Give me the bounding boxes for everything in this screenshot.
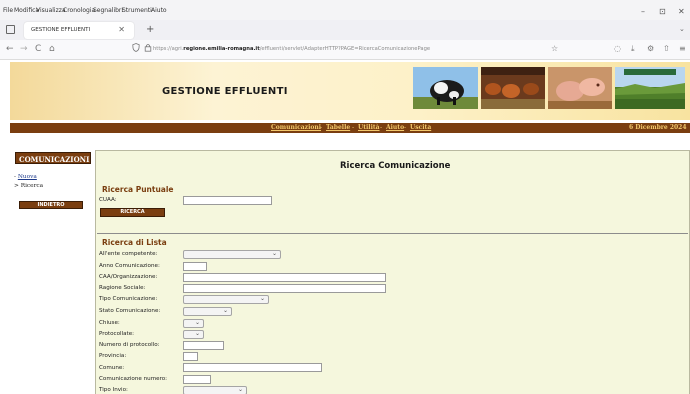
bookmark-star-icon[interactable]: ☆ xyxy=(551,44,558,53)
protocollate-select[interactable]: ⌄ xyxy=(183,330,204,339)
section-heading-puntuale: Ricerca Puntuale xyxy=(102,185,174,194)
home-button[interactable]: ⌂ xyxy=(49,44,55,54)
ente-competente-label: All'ente competente: xyxy=(99,251,158,257)
menu-bar: File Modifica Visualizza Cronologia Segn… xyxy=(0,0,690,20)
minimize-button[interactable]: – xyxy=(641,7,645,16)
shield-icon[interactable] xyxy=(132,43,140,52)
tabs-chevron-icon[interactable]: ⌄ xyxy=(679,25,685,33)
tipo-comunicazione-select[interactable]: ⌄ xyxy=(183,295,269,304)
cow-photo xyxy=(413,67,478,109)
menu-aiuto[interactable]: Aiuto xyxy=(151,7,167,14)
tab-title: GESTIONE EFFLUENTI xyxy=(31,27,91,33)
protocollate-label: Protocollate: xyxy=(99,331,135,337)
close-window-button[interactable]: ✕ xyxy=(678,7,685,16)
chevron-down-icon: ⌄ xyxy=(222,307,228,314)
tab-close-icon[interactable]: ✕ xyxy=(118,25,125,34)
ricerca-button[interactable]: RICERCA xyxy=(100,208,165,217)
caa-organizzazione-input[interactable] xyxy=(183,273,386,282)
sidebar-title: COMUNICAZIONI xyxy=(15,152,91,164)
menu-file[interactable]: File xyxy=(3,7,13,14)
chiuse-select[interactable]: ⌄ xyxy=(183,319,204,328)
extensions-icon[interactable]: ⚙ xyxy=(647,44,654,53)
section-heading-lista: Ricerca di Lista xyxy=(102,238,167,247)
ragione-sociale-input[interactable] xyxy=(183,284,386,293)
anno-comunicazione-input[interactable] xyxy=(183,262,207,271)
app-menu-icon[interactable]: ≡ xyxy=(679,44,686,53)
back-button-indietro[interactable]: INDIETRO xyxy=(19,201,83,209)
cattle-barn-photo xyxy=(481,67,545,109)
chevron-down-icon: ⌄ xyxy=(271,250,277,257)
url-text: https://agri.regione.emilia-romagna.it/e… xyxy=(153,46,431,52)
menu-strumenti[interactable]: Strumenti xyxy=(122,7,152,14)
chevron-down-icon: ⌄ xyxy=(194,330,200,337)
page-title: Ricerca Comunicazione xyxy=(340,161,451,171)
download-icon[interactable]: ⤓ xyxy=(631,44,635,54)
chiuse-label: Chiuse: xyxy=(99,320,120,326)
anno-comunicazione-label: Anno Comunicazione: xyxy=(99,263,160,269)
cuaa-input[interactable] xyxy=(183,196,272,205)
numero-protocollo-input[interactable] xyxy=(183,341,224,350)
nav-link-tabelle[interactable]: Tabelle xyxy=(326,124,350,131)
caa-organizzazione-label: CAA/Organizzazione: xyxy=(99,274,158,280)
provincia-label: Provincia: xyxy=(99,353,127,359)
cuaa-label: CUAA: xyxy=(99,197,117,203)
menu-segnalibri[interactable]: Segnalibri xyxy=(93,7,123,14)
lock-icon[interactable] xyxy=(144,43,152,52)
tipo-invio-label: Tipo Invio: xyxy=(99,387,128,393)
stato-comunicazione-label: Stato Comunicazione: xyxy=(99,308,161,314)
nav-link-uscita[interactable]: Uscita xyxy=(410,124,431,131)
maximize-button[interactable]: ⊡ xyxy=(659,7,666,16)
share-icon[interactable]: ⇧ xyxy=(663,44,670,53)
reload-button[interactable]: C xyxy=(35,44,41,54)
nav-separator: - xyxy=(404,124,407,131)
comunicazione-numero-input[interactable] xyxy=(183,375,211,384)
browser-window: File Modifica Visualizza Cronologia Segn… xyxy=(0,0,690,394)
chevron-down-icon: ⌄ xyxy=(259,295,265,302)
menu-cronologia[interactable]: Cronologia xyxy=(63,7,95,14)
pigs-photo xyxy=(548,67,612,109)
sidebar-item-nuova[interactable]: - Nuova xyxy=(14,174,37,180)
section-divider xyxy=(97,233,688,234)
ente-competente-select[interactable]: ⌄ xyxy=(183,250,281,259)
comune-input[interactable] xyxy=(183,363,322,372)
tipo-invio-select[interactable]: ⌄ xyxy=(183,386,247,394)
forward-button[interactable]: → xyxy=(20,44,28,54)
nav-link-aiuto[interactable]: Aiuto xyxy=(386,124,404,131)
tipo-comunicazione-label: Tipo Comunicazione: xyxy=(99,296,158,302)
comune-label: Comune: xyxy=(99,365,125,371)
back-button[interactable]: ← xyxy=(6,44,14,54)
stato-comunicazione-select[interactable]: ⌄ xyxy=(183,307,232,316)
menu-visualizza[interactable]: Visualizza xyxy=(36,7,66,14)
numero-protocollo-label: Numero di protocollo: xyxy=(99,342,160,348)
sidebar-item-ricerca[interactable]: > Ricerca xyxy=(14,183,43,189)
landscape-photo xyxy=(615,67,685,109)
current-date: 6 Dicembre 2024 xyxy=(629,124,687,131)
comunicazione-numero-label: Comunicazione numero: xyxy=(99,376,168,382)
provincia-input[interactable] xyxy=(183,352,198,361)
new-tab-button[interactable]: + xyxy=(146,24,154,35)
nav-link-utilita[interactable]: Utilità xyxy=(358,124,380,131)
browser-tab[interactable]: GESTIONE EFFLUENTI ✕ xyxy=(24,22,134,39)
pocket-icon[interactable]: ◌ xyxy=(614,44,621,53)
nav-separator: - xyxy=(380,124,383,131)
nav-separator: - xyxy=(352,124,355,131)
nav-separator: - xyxy=(320,124,323,131)
chevron-down-icon: ⌄ xyxy=(237,386,243,393)
chevron-down-icon: ⌄ xyxy=(194,319,200,326)
site-title: GESTIONE EFFLUENTI xyxy=(162,86,288,97)
ragione-sociale-label: Ragione Sociale: xyxy=(99,285,146,291)
tab-list-icon[interactable] xyxy=(6,25,15,34)
nav-link-comunicazioni[interactable]: Comunicazioni xyxy=(271,124,321,131)
